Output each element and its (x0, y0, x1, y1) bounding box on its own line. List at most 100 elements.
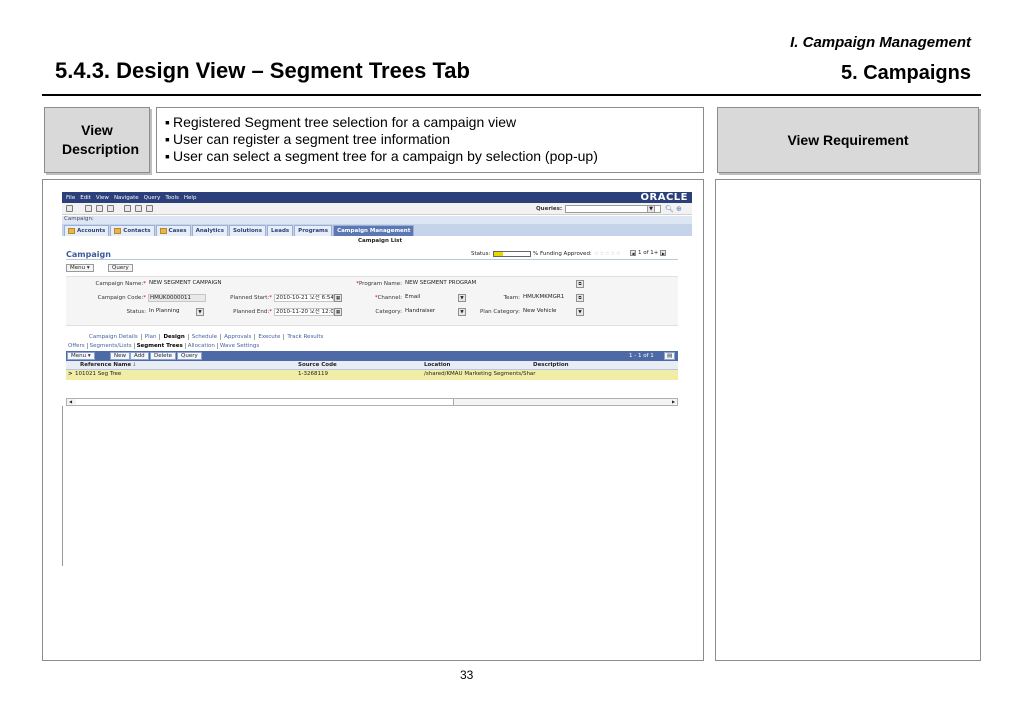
tab-campaign-details[interactable]: Campaign Details (86, 334, 142, 340)
sync-icon[interactable] (146, 205, 153, 212)
binoculars-icon[interactable] (85, 205, 92, 212)
campaign-menu-button[interactable]: Menu ▾ (66, 264, 94, 272)
list-menu-button[interactable]: Menu ▾ (67, 352, 95, 360)
campaign-name-label: Campaign Name:* (95, 281, 146, 287)
cell-location: /shared/KMAU Marketing Segments/Shar (424, 371, 536, 377)
description-item: Registered Segment tree selection for a … (165, 114, 695, 131)
save-icon[interactable] (96, 205, 103, 212)
tab-track-results[interactable]: Track Results (284, 334, 326, 340)
record-pager: ◀ 1 of 1+ ▶ (630, 250, 667, 256)
column-source-code[interactable]: Source Code (298, 362, 337, 368)
tab-programs[interactable]: Programs (294, 225, 333, 236)
print-icon[interactable] (66, 205, 73, 212)
tab-solutions[interactable]: Solutions (228, 225, 266, 236)
link-allocation[interactable]: Allocation (186, 343, 218, 349)
tab-execute[interactable]: Execute (255, 334, 285, 340)
table-row[interactable]: > 101021 Seg Tree 1-3268119 /shared/KMAU… (66, 370, 678, 380)
horizontal-scrollbar[interactable]: ◀ ▶ (66, 398, 678, 406)
new-button[interactable]: New (110, 352, 130, 360)
status-field[interactable]: In Planning (148, 308, 194, 316)
search-advanced-icon[interactable]: ⊕ (676, 205, 682, 213)
description-item: User can select a segment tree for a cam… (165, 148, 695, 165)
tab-approvals[interactable]: Approvals (221, 334, 256, 340)
chevron-down-icon[interactable]: ▼ (647, 205, 655, 213)
add-button[interactable]: Add (130, 352, 149, 360)
export-icon[interactable]: ▤ (664, 352, 676, 360)
list-header: Reference Name ↓ Source Code Location De… (66, 361, 678, 370)
link-segment-trees[interactable]: Segment Trees (135, 343, 186, 349)
app-screenshot: File Edit View Navigate Query Tools Help… (62, 192, 692, 612)
list-toolbar: Menu ▾ New Add Delete Query 1 - 1 of 1 ▤ (66, 351, 678, 361)
message-icon[interactable] (124, 205, 131, 212)
chevron-down-icon[interactable]: ▼ (458, 294, 466, 302)
scroll-right-icon[interactable]: ▶ (670, 399, 677, 405)
undo-icon[interactable] (107, 205, 114, 212)
link-segments-lists[interactable]: Segments/Lists (88, 343, 135, 349)
view-tabs: Campaign Details Plan Design Schedule Ap… (86, 334, 326, 340)
next-record-button[interactable]: ▶ (660, 250, 667, 256)
planned-start-label: Planned Start:* (230, 295, 272, 301)
link-offers[interactable]: Offers (66, 343, 88, 349)
prev-record-button[interactable]: ◀ (630, 250, 636, 256)
program-name-field[interactable]: NEW SEGMENT PROGRAM (404, 280, 574, 288)
cell-reference-name[interactable]: 101021 Seg Tree (75, 371, 121, 377)
status-field-label: Status: (126, 309, 146, 315)
chevron-down-icon[interactable]: ▼ (458, 308, 466, 316)
category-field[interactable]: Handraiser (404, 308, 452, 316)
description-box: Registered Segment tree selection for a … (156, 107, 704, 173)
menu-navigate[interactable]: Navigate (114, 195, 139, 201)
menu-help[interactable]: Help (184, 195, 197, 201)
menu-view[interactable]: View (96, 195, 109, 201)
tab-accounts[interactable]: Accounts (64, 225, 110, 236)
description-item: User can register a segment tree informa… (165, 131, 695, 148)
tab-leads[interactable]: Leads (267, 225, 294, 236)
column-location[interactable]: Location (424, 362, 450, 368)
scrollbar-thumb[interactable] (76, 399, 454, 405)
scroll-left-icon[interactable]: ◀ (67, 399, 74, 405)
menu-tools[interactable]: Tools (165, 195, 179, 201)
tab-plan[interactable]: Plan (142, 334, 161, 340)
channel-field[interactable]: Email (404, 294, 452, 302)
clock-icon[interactable] (135, 205, 142, 212)
category-label: Category: (375, 309, 402, 315)
campaign-applet-title: Campaign (66, 250, 111, 259)
campaign-name-field[interactable]: NEW SEGMENT CAMPAIGN (148, 280, 316, 288)
menu-edit[interactable]: Edit (80, 195, 91, 201)
campaign-code-field[interactable]: HMUK0000011 (148, 294, 206, 302)
search-icon[interactable]: 🔍︎ (665, 205, 674, 213)
delete-button[interactable]: Delete (150, 352, 177, 360)
query-button[interactable]: Query (177, 352, 202, 360)
planned-start-field[interactable]: 2010-10-21 오전 6:54: (274, 294, 334, 302)
screen-subtitle: Campaign List (358, 238, 403, 244)
row-selected-icon: > (68, 371, 73, 377)
sub-view-links: Offers Segments/Lists Segment Trees Allo… (66, 343, 261, 349)
chevron-down-icon[interactable]: ▼ (576, 308, 584, 316)
tab-analytics[interactable]: Analytics (191, 225, 228, 236)
plan-category-field[interactable]: New Vehicle (522, 308, 572, 316)
campaign-form: Campaign Name:* NEW SEGMENT CAMPAIGN *Pr… (66, 276, 678, 326)
menu-query[interactable]: Query (144, 195, 161, 201)
column-reference-name[interactable]: Reference Name (80, 362, 131, 368)
menu-file[interactable]: File (66, 195, 75, 201)
rating-stars: ☆☆☆☆☆ (594, 251, 622, 257)
program-picker-icon[interactable]: ⧉ (576, 280, 584, 288)
breadcrumb: Campaign: (62, 216, 692, 224)
tab-cases[interactable]: Cases (155, 225, 191, 236)
tab-schedule[interactable]: Schedule (189, 334, 222, 340)
tab-design[interactable]: Design (160, 334, 189, 340)
tab-campaign-management[interactable]: Campaign Management (333, 225, 415, 236)
planned-end-field[interactable]: 2010-11-20 오전 12:0 (274, 308, 334, 316)
pager-text: 1 of 1+ (638, 250, 659, 256)
channel-label: *Channel: (374, 295, 402, 301)
chevron-down-icon[interactable]: ▼ (196, 308, 204, 316)
column-description[interactable]: Description (533, 362, 569, 368)
team-field[interactable]: HMUKMKMGR1 (522, 294, 572, 302)
status-progress-bar (493, 251, 531, 257)
link-wave-settings[interactable]: Wave Settings (218, 343, 261, 349)
tab-contacts[interactable]: Contacts (110, 225, 155, 236)
team-picker-icon[interactable]: ⧉ (576, 294, 584, 302)
folder-icon (68, 228, 75, 234)
sort-asc-icon[interactable]: ↓ (132, 362, 137, 368)
contacts-icon (114, 228, 122, 234)
campaign-query-button[interactable]: Query (108, 264, 133, 272)
